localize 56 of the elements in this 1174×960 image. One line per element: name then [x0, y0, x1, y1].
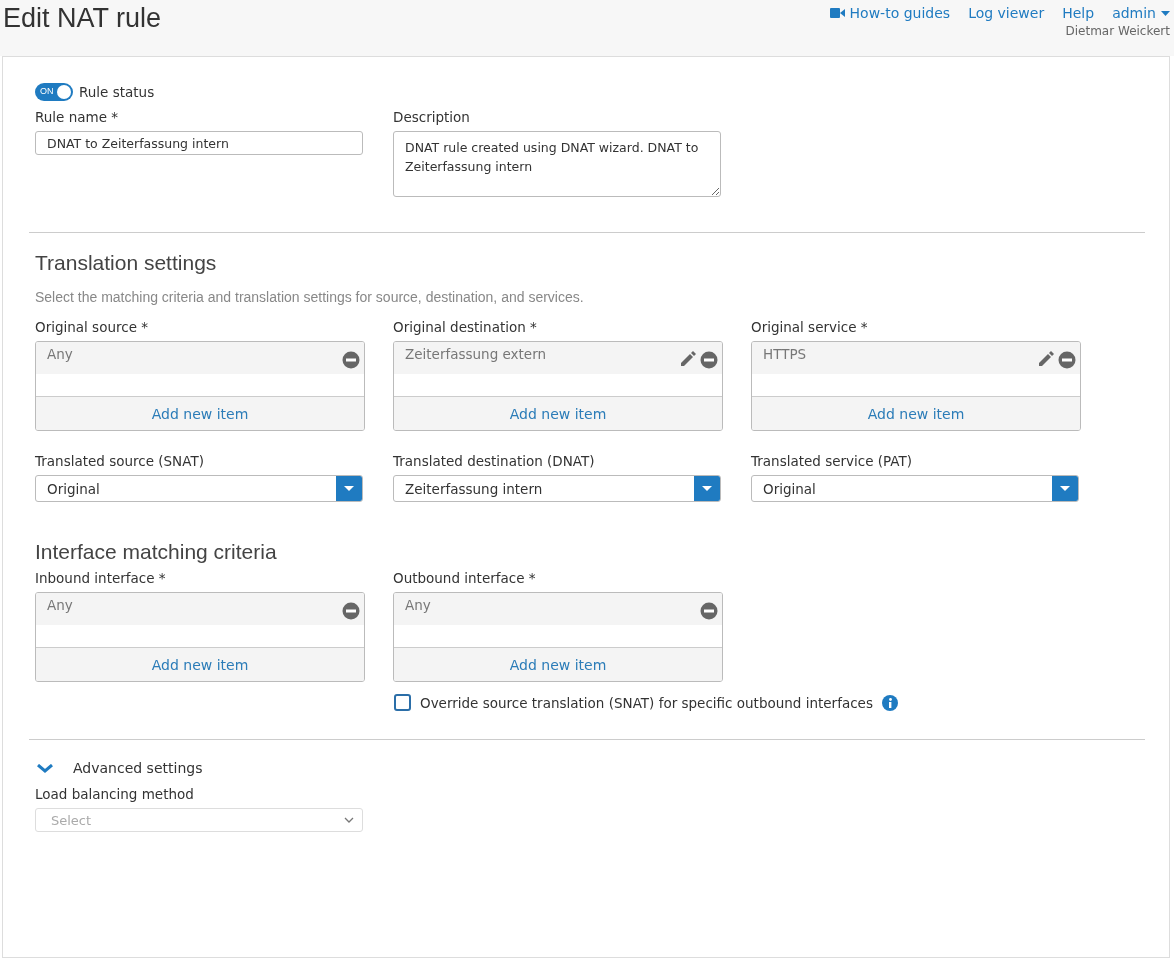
- pencil-icon: [679, 351, 696, 367]
- add-item-button[interactable]: Add new item: [36, 396, 364, 430]
- caret-icon: [702, 486, 712, 491]
- page-title: Edit NAT rule: [3, 3, 162, 35]
- field-label: Rule name *: [35, 109, 119, 125]
- checkbox-label: Override source translation (SNAT) for specific outbound interfaces: [420, 694, 873, 711]
- chevron-icon: [344, 817, 354, 823]
- section-title: Interface matching criteria: [35, 540, 278, 564]
- remove-icon: [700, 351, 718, 369]
- checkbox[interactable]: [394, 694, 411, 711]
- user-name: Dietmar Weickert: [1065, 24, 1170, 38]
- dropdown[interactable]: Select: [35, 808, 363, 832]
- dropdown[interactable]: Original: [751, 475, 1079, 502]
- header-link[interactable]: How-to guides: [829, 5, 951, 21]
- add-item-button[interactable]: Add new item: [394, 647, 722, 681]
- field-label: Load balancing method: [35, 786, 195, 802]
- field-label: Inbound interface *: [35, 570, 167, 586]
- caret-icon: [1060, 486, 1070, 491]
- header-link[interactable]: Log viewer: [968, 5, 1045, 21]
- user-menu[interactable]: admin: [1112, 5, 1170, 21]
- list-item[interactable]: Any: [47, 346, 338, 362]
- add-item-button[interactable]: Add new item: [752, 396, 1080, 430]
- field-label: Translated source (SNAT): [35, 453, 205, 469]
- field-label: Translated service (PAT): [751, 453, 914, 469]
- field-label: Description: [393, 109, 471, 125]
- field-label: Outbound interface *: [393, 570, 537, 586]
- field-label: Original destination *: [393, 319, 538, 335]
- field-label: Original source *: [35, 319, 149, 335]
- add-item-button[interactable]: Add new item: [36, 647, 364, 681]
- chevron-icon: [37, 763, 53, 773]
- advanced-settings-toggle[interactable]: Advanced settings: [37, 760, 203, 776]
- add-item-button[interactable]: Add new item: [394, 396, 722, 430]
- list-item[interactable]: Any: [405, 597, 696, 613]
- section-title: Translation settings: [35, 251, 218, 275]
- remove-icon: [342, 602, 360, 620]
- info-icon: [881, 694, 898, 711]
- rule-status-label: Rule status: [79, 84, 155, 100]
- pencil-icon: [1037, 351, 1054, 367]
- list-item[interactable]: Any: [47, 597, 338, 613]
- description-field[interactable]: DNAT rule created using DNAT wizard. DNAT to Zeiterfassung intern: [393, 131, 721, 197]
- rule-name-field[interactable]: DNAT to Zeiterfassung intern: [35, 131, 363, 155]
- remove-icon: [700, 602, 718, 620]
- caret-icon: [1161, 10, 1170, 16]
- remove-icon: [342, 351, 360, 369]
- caret-icon: [344, 486, 354, 491]
- toggle-switch[interactable]: ON: [35, 83, 73, 101]
- remove-icon: [1058, 351, 1076, 369]
- list-item[interactable]: HTTPS: [763, 346, 1033, 362]
- video-camera-icon: [829, 7, 845, 19]
- list-item[interactable]: Zeiterfassung extern: [405, 346, 675, 362]
- section-description: Select the matching criteria and translation settings for source, destination, and services.: [35, 289, 585, 305]
- dropdown[interactable]: Zeiterfassung intern: [393, 475, 721, 502]
- field-label: Original service *: [751, 319, 869, 335]
- dropdown[interactable]: Original: [35, 475, 363, 502]
- field-label: Translated destination (DNAT): [393, 453, 596, 469]
- header-link[interactable]: Help: [1062, 5, 1095, 21]
